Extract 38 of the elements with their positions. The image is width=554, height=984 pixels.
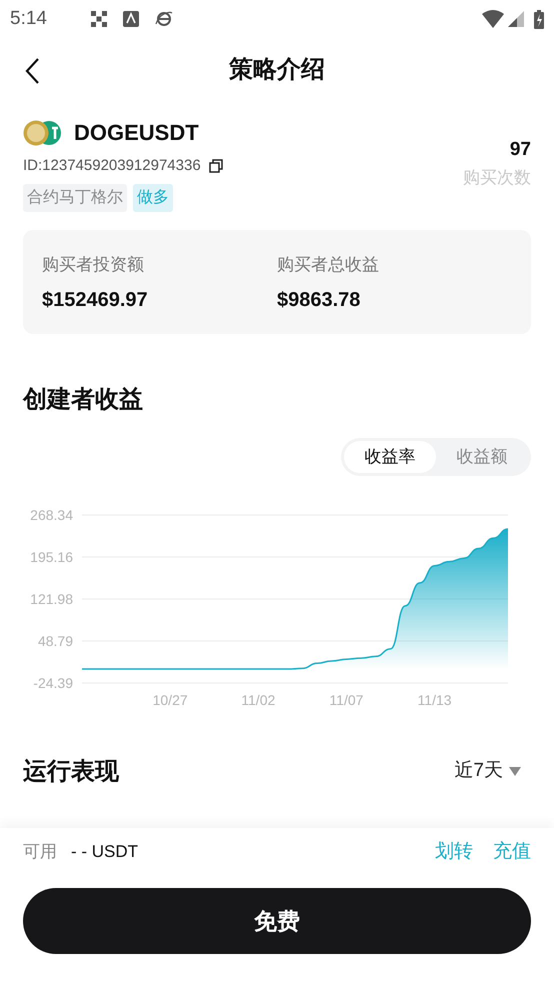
- coin-pair-icon: [23, 120, 62, 146]
- page-title: 策略介绍: [229, 55, 325, 85]
- segment-tab[interactable]: 收益率: [344, 440, 436, 472]
- x-tick-label: 11/02: [241, 692, 276, 708]
- grid-icon: [90, 11, 107, 27]
- copy-icon: [208, 159, 223, 174]
- symbol-name: DOGEUSDT: [74, 119, 199, 147]
- buy-count: 97: [510, 138, 531, 162]
- available-label: 可用: [23, 841, 57, 863]
- x-tick-label: 11/07: [329, 692, 364, 708]
- stat-label: 购买者投资额: [42, 254, 145, 276]
- y-tick-label: -24.39: [33, 674, 73, 690]
- stat-value: $152469.97: [42, 288, 149, 313]
- battery-icon: [534, 10, 544, 28]
- stat-value: $9863.78: [277, 288, 362, 313]
- y-tick-label: 268.34: [30, 506, 73, 522]
- copy-button[interactable]: [208, 159, 223, 174]
- caret-icon: [509, 767, 521, 776]
- wifi-icon: [482, 10, 504, 28]
- section-title: 创建者收益: [23, 384, 144, 414]
- app-icon: [122, 11, 139, 27]
- stat-label: 购买者总收益: [277, 254, 380, 276]
- x-tick-label: 10/27: [152, 692, 188, 708]
- strategy-tag: 合约马丁格尔: [23, 184, 127, 212]
- strategy-id: ID:1237459203912974336: [23, 156, 201, 176]
- x-tick-label: 11/13: [418, 692, 452, 708]
- signal-icon: [508, 11, 524, 27]
- browser-icon: [154, 10, 173, 28]
- y-tick-label: 195.16: [30, 548, 73, 564]
- free-button[interactable]: 免费: [23, 888, 531, 954]
- status-time: 5:14: [10, 6, 47, 31]
- strategy-tag: 做多: [133, 184, 173, 212]
- back-icon: [24, 57, 40, 85]
- section-title: 运行表现: [23, 756, 119, 786]
- y-tick-label: 48.79: [38, 632, 73, 648]
- period-dropdown[interactable]: 近7天: [454, 757, 521, 786]
- available-value: - - USDT: [71, 841, 138, 863]
- y-tick-label: 121.98: [30, 590, 73, 606]
